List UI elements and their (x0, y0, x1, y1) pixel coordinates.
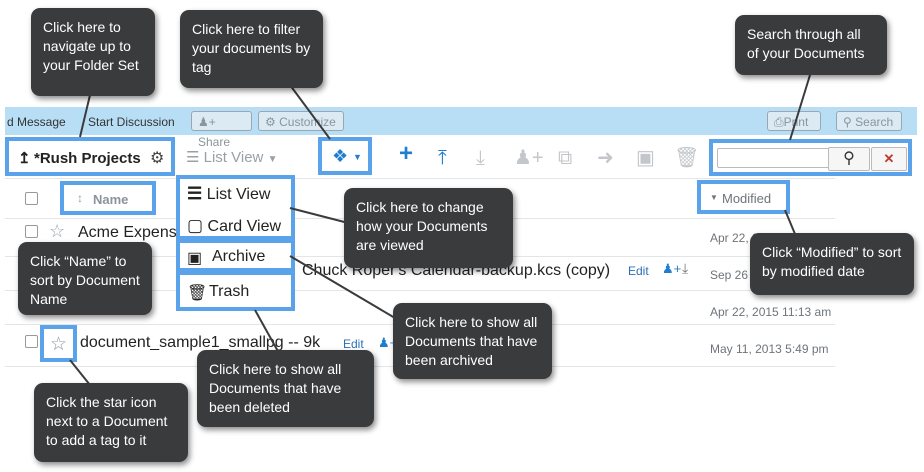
callout-star: Click the star icon next to a Document t… (34, 383, 188, 462)
callout-trash: Click here to show all Documents that ha… (197, 350, 374, 427)
callout-folder: Click here to navigate up to your Folder… (31, 8, 155, 96)
callout-name: Click “Name” to sort by Document Name (18, 242, 152, 315)
callout-archive: Click here to show all Documents that ha… (393, 303, 552, 379)
callout-search: Search through all of your Documents (735, 15, 887, 75)
callout-modified: Click “Modified” to sort by modified dat… (750, 233, 914, 295)
callout-view: Click here to change how your Documents … (344, 188, 513, 268)
callout-filter: Click here to filter your documents by t… (180, 10, 323, 88)
